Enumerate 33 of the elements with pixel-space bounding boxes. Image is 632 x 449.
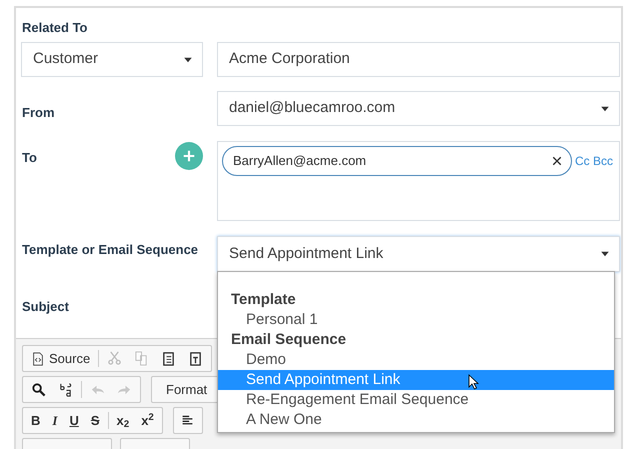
toolbar-button[interactable]: I — [46, 409, 64, 432]
toolbar-button[interactable]: S — [84, 409, 106, 432]
group-header: Template — [230, 290, 297, 310]
close-icon — [551, 155, 563, 167]
company-field[interactable]: Acme Corporation — [217, 42, 620, 77]
document-icon — [31, 352, 45, 366]
template-select[interactable]: Send Appointment Link — [217, 236, 620, 272]
clipboard-icon — [188, 351, 204, 366]
toolbar-button[interactable]: Source — [25, 347, 96, 370]
field-label: To — [22, 149, 37, 167]
replace-icon — [58, 382, 73, 397]
field-label: Subject — [22, 298, 69, 316]
type-select[interactable]: Customer — [21, 42, 203, 77]
dropdown-option[interactable]: A New One — [218, 410, 614, 430]
toolbar-button[interactable]: x$_{2}$ — [110, 409, 136, 432]
align-left-icon — [181, 414, 194, 427]
plus-icon — [182, 149, 196, 163]
dropdown-option[interactable]: Personal 1 — [218, 310, 614, 330]
scissors-icon — [107, 351, 122, 366]
group-header: Email Sequence — [230, 330, 348, 350]
dropdown-option[interactable]: Demo — [218, 350, 614, 370]
copy-icon — [134, 351, 150, 366]
field-label: Related To — [22, 19, 88, 37]
from-select[interactable]: daniel@bluecamroo.com — [217, 91, 620, 126]
toolbar-button[interactable]: x$^{2}$ — [135, 409, 160, 432]
toolbar-button[interactable]: U — [63, 409, 85, 432]
align-left-button[interactable] — [172, 407, 203, 434]
field-label: Template or Email Sequence — [22, 241, 198, 259]
recipient-chip[interactable]: BarryAllen@acme.com — [222, 146, 572, 176]
paste-icon — [161, 351, 176, 366]
field-label: From — [22, 104, 54, 122]
toolbar-button[interactable]: B — [25, 409, 46, 432]
search-icon — [31, 382, 46, 397]
